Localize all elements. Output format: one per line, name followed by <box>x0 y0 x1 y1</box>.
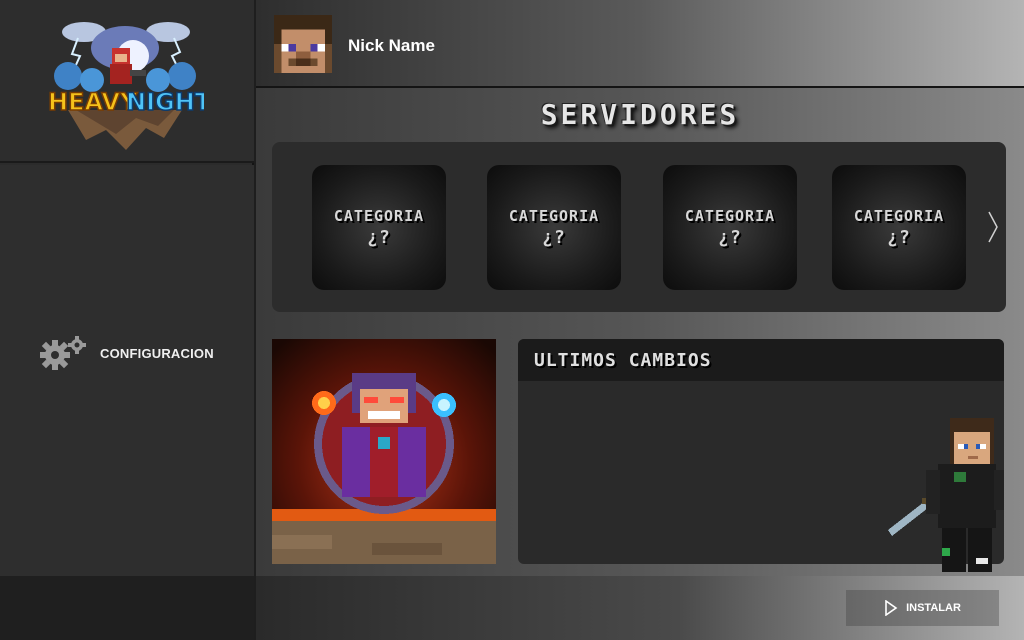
logo-area: HEAVY NIGHT <box>0 0 254 163</box>
svg-text:NIGHT: NIGHT <box>126 88 204 116</box>
sidebar-item-label: CONFIGURACION <box>100 345 214 361</box>
changes-title: ULTIMOS CAMBIOS <box>534 349 712 371</box>
play-icon <box>885 600 898 616</box>
heavy-night-logo: HEAVY NIGHT <box>47 22 204 150</box>
sidebar-nav: CONFIGURACION <box>0 165 254 576</box>
gear-icon <box>40 336 86 370</box>
player-head-avatar[interactable] <box>274 14 332 74</box>
category-sub: ¿? <box>887 227 911 248</box>
promo-image[interactable] <box>272 339 496 564</box>
svg-text:HEAVY: HEAVY <box>48 88 138 116</box>
install-button[interactable]: INSTALAR <box>846 590 999 626</box>
category-label: CATEGORIA <box>508 207 600 225</box>
category-card[interactable]: CATEGORIA ¿? <box>487 165 621 290</box>
category-sub: ¿? <box>367 227 391 248</box>
install-label: INSTALAR <box>906 602 961 614</box>
category-card[interactable]: CATEGORIA ¿? <box>312 165 446 290</box>
category-sub: ¿? <box>718 227 742 248</box>
sidebar: HEAVY NIGHT CONFIGURACION <box>0 0 254 640</box>
servers-panel: CATEGORIA ¿? CATEGORIA ¿? CATEGORIA ¿? C… <box>272 142 1006 312</box>
category-card[interactable]: CATEGORIA ¿? <box>663 165 797 290</box>
footer-bar: INSTALAR <box>256 576 1024 640</box>
header: Nick Name <box>256 0 1024 88</box>
servers-title: SERVIDORES <box>540 98 740 131</box>
category-sub: ¿? <box>542 227 566 248</box>
chevron-right-icon[interactable] <box>986 210 1000 244</box>
category-card[interactable]: CATEGORIA ¿? <box>832 165 966 290</box>
main-content: Nick Name SERVIDORES CATEGORIA ¿? CATEGO… <box>256 0 1024 640</box>
category-label: CATEGORIA <box>853 207 945 225</box>
character-image <box>888 418 1004 572</box>
changes-header: ULTIMOS CAMBIOS <box>518 339 1004 381</box>
nick-name: Nick Name <box>348 36 435 55</box>
category-label: CATEGORIA <box>684 207 776 225</box>
category-label: CATEGORIA <box>333 207 425 225</box>
sidebar-footer <box>0 576 254 640</box>
sidebar-item-configuracion[interactable]: CONFIGURACION <box>38 335 214 371</box>
